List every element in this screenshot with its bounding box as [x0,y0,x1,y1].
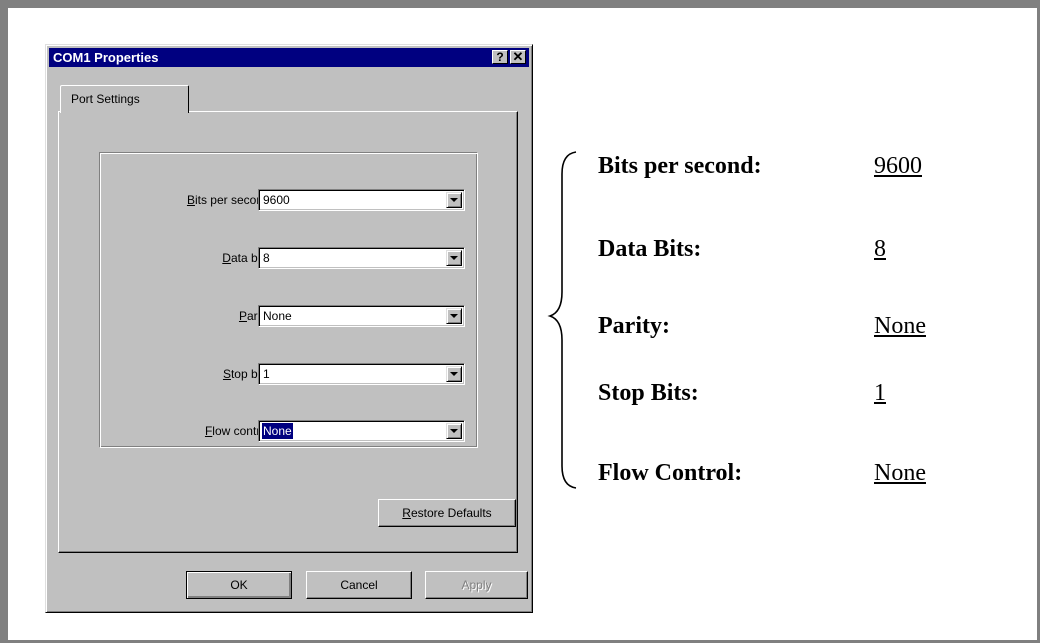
dialog-title: COM1 Properties [53,50,159,65]
summary-row: Flow Control: None [598,455,1018,491]
parity-value: None [263,309,292,323]
bits-per-second-value: 9600 [263,193,290,207]
bits-per-second-select[interactable]: 9600 [258,189,465,211]
help-button[interactable]: ? [492,50,508,64]
summary-value: 1 [874,380,886,406]
parity-select[interactable]: None [258,305,465,327]
summary-key: Stop Bits: [598,380,699,406]
chevron-down-icon[interactable] [446,192,462,208]
summary-value: None [874,313,926,339]
chevron-down-icon[interactable] [446,308,462,324]
summary-key: Bits per second: [598,153,762,179]
bits-per-second-row: Bits per second: 9600 [100,189,477,211]
curly-brace [547,151,577,489]
title-bar[interactable]: COM1 Properties ? ✕ [49,48,529,67]
tab-port-settings[interactable]: Port Settings [60,85,189,113]
data-bits-value: 8 [263,251,270,265]
stop-bits-row: Stop bits: 1 [100,363,477,385]
summary-key: Parity: [598,313,670,339]
summary-key: Data Bits: [598,236,702,262]
chevron-down-icon[interactable] [446,250,462,266]
summary-value: None [874,460,926,486]
chevron-down-icon[interactable] [446,366,462,382]
stop-bits-value: 1 [263,367,270,381]
close-button[interactable]: ✕ [510,50,526,64]
data-bits-row: Data bits: 8 [100,247,477,269]
summary-row: Parity: None [598,308,1018,344]
port-settings-panel: Bits per second: 9600 Data bits: 8 Parit… [58,111,518,553]
data-bits-select[interactable]: 8 [258,247,465,269]
ok-button[interactable]: OK [186,571,292,599]
summary-row: Bits per second: 9600 [598,148,1018,184]
summary-value: 9600 [874,153,922,179]
summary-value: 8 [874,236,886,262]
parity-row: Parity: None [100,305,477,327]
restore-defaults-button[interactable]: Restore Defaults [378,499,516,527]
port-settings-group: Bits per second: 9600 Data bits: 8 Parit… [99,152,478,448]
summary-key: Flow Control: [598,460,743,486]
com1-properties-dialog: COM1 Properties ? ✕ Port Settings Bits p… [45,44,533,613]
chevron-down-icon[interactable] [446,423,462,439]
summary-row: Stop Bits: 1 [598,375,1018,411]
cancel-button[interactable]: Cancel [306,571,412,599]
apply-button[interactable]: Apply [425,571,528,599]
summary-row: Data Bits: 8 [598,231,1018,267]
stop-bits-select[interactable]: 1 [258,363,465,385]
flow-control-row: Flow control: None [100,420,477,442]
flow-control-value: None [261,422,294,440]
flow-control-select[interactable]: None [258,420,465,442]
